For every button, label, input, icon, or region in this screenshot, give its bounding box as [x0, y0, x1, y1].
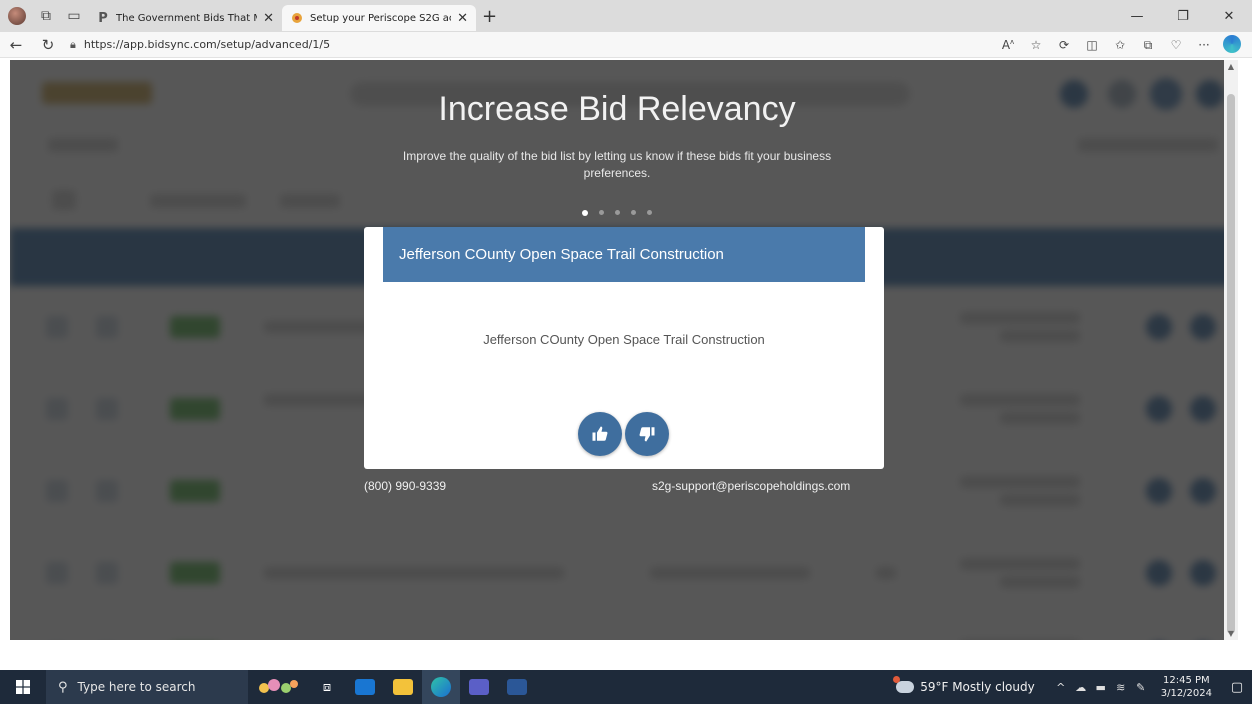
support-email[interactable]: s2g-support@periscopeholdings.com	[652, 479, 850, 493]
browser-tab-bar: ⧉ ▭ P The Government Bids That Matte ✕ S…	[0, 0, 1252, 32]
thumbs-up-button[interactable]	[578, 412, 622, 456]
tab-government-bids[interactable]: P The Government Bids That Matte ✕	[88, 5, 282, 31]
bid-card: Jefferson COunty Open Space Trail Constr…	[364, 227, 884, 469]
search-icon: ⚲	[58, 679, 68, 695]
pager-dot-4[interactable]	[631, 210, 636, 215]
scroll-up-icon[interactable]: ▲	[1224, 62, 1238, 71]
read-aloud-icon[interactable]: Aʌ	[994, 38, 1022, 52]
taskbar-search[interactable]: ⚲ Type here to search	[46, 670, 248, 704]
task-view-icon[interactable]: ⧈	[308, 670, 346, 704]
thumbs-up-icon	[592, 426, 608, 441]
chevron-up-icon[interactable]: ^	[1051, 681, 1071, 694]
system-tray: 59°F Mostly cloudy ^ ☁ ▬ ≋ ✎ 12:45 PM 3/…	[893, 670, 1252, 704]
refresh-icon[interactable]: ↻	[32, 36, 64, 54]
carousel-pager	[10, 210, 1224, 216]
scrollbar-thumb[interactable]	[1227, 94, 1235, 634]
weather-widget[interactable]: 59°F Mostly cloudy	[893, 676, 1035, 694]
cloud-icon	[893, 676, 915, 693]
close-tab-icon[interactable]: ✕	[457, 11, 468, 26]
tab-title: Setup your Periscope S2G accou	[310, 12, 451, 24]
restore-icon[interactable]: ❐	[1160, 0, 1206, 32]
more-menu-icon[interactable]: ···	[1190, 38, 1218, 52]
word-icon[interactable]	[498, 670, 536, 704]
outlook-icon[interactable]	[346, 670, 384, 704]
browser-essentials-icon[interactable]: ♡	[1162, 38, 1190, 52]
url-text: https://app.bidsync.com/setup/advanced/1…	[83, 38, 331, 51]
lock-icon[interactable]: 🔒︎	[70, 38, 76, 52]
copilot-icon[interactable]	[1218, 34, 1246, 56]
clock-date: 3/12/2024	[1160, 688, 1212, 699]
wifi-icon[interactable]: ≋	[1111, 681, 1131, 694]
teams-icon[interactable]	[460, 670, 498, 704]
tab-title: The Government Bids That Matte	[116, 12, 257, 24]
back-icon[interactable]: ←	[0, 36, 32, 54]
notifications-icon[interactable]: ▢	[1222, 680, 1252, 695]
url-field[interactable]: 🔒︎ https://app.bidsync.com/setup/advance…	[70, 38, 330, 52]
minimize-icon[interactable]: —	[1114, 0, 1160, 32]
vertical-scrollbar[interactable]: ▲ ▼	[1224, 60, 1238, 640]
weather-text: 59°F Mostly cloudy	[920, 680, 1035, 694]
bidsync-icon	[290, 11, 304, 25]
thumbs-down-icon	[639, 427, 655, 442]
page-viewport: Increase Bid Relevancy Improve the quali…	[10, 60, 1238, 640]
bid-card-header: Jefferson COunty Open Space Trail Constr…	[383, 227, 865, 282]
support-phone[interactable]: (800) 990-9339	[364, 479, 446, 493]
new-tab-icon[interactable]: +	[482, 6, 497, 27]
flowers-widget-icon[interactable]	[248, 670, 308, 704]
vertical-tabs-icon[interactable]: ▭	[60, 2, 88, 30]
profile-avatar[interactable]	[8, 7, 26, 25]
edge-icon[interactable]	[422, 670, 460, 704]
windows-taskbar: ⚲ Type here to search ⧈ 59°F Mostly clou…	[0, 670, 1252, 704]
start-button[interactable]	[0, 670, 46, 704]
clock-time: 12:45 PM	[1163, 675, 1210, 686]
collections-icon[interactable]: ⧉	[1134, 38, 1162, 53]
favorite-star-icon[interactable]: ☆	[1022, 38, 1050, 52]
onedrive-icon[interactable]: ☁	[1071, 681, 1091, 694]
scroll-down-icon[interactable]: ▼	[1224, 629, 1238, 638]
windows-logo-icon	[16, 680, 30, 694]
close-tab-icon[interactable]: ✕	[263, 11, 274, 26]
pager-dot-3[interactable]	[615, 210, 620, 215]
setup-subtitle: Improve the quality of the bid list by l…	[402, 149, 832, 180]
tab-setup-periscope[interactable]: Setup your Periscope S2G accou ✕	[282, 5, 476, 31]
address-bar: ← ↻ 🔒︎ https://app.bidsync.com/setup/adv…	[0, 32, 1252, 58]
extensions-icon[interactable]: ⟳	[1050, 38, 1078, 52]
pager-dot-2[interactable]	[599, 210, 604, 215]
pen-icon[interactable]: ✎	[1131, 681, 1151, 694]
pager-dot-5[interactable]	[647, 210, 652, 215]
battery-icon[interactable]: ▬	[1091, 681, 1111, 694]
clock[interactable]: 12:45 PM 3/12/2024	[1161, 674, 1212, 700]
taskbar-search-placeholder: Type here to search	[77, 680, 196, 694]
bid-card-body: Jefferson COunty Open Space Trail Constr…	[483, 332, 765, 347]
periscope-p-icon: P	[98, 10, 108, 26]
thumbs-down-button[interactable]	[625, 412, 669, 456]
setup-title: Increase Bid Relevancy	[438, 90, 796, 128]
file-explorer-icon[interactable]	[384, 670, 422, 704]
split-screen-icon[interactable]: ◫	[1078, 38, 1106, 52]
favorites-icon[interactable]: ✩	[1106, 38, 1134, 52]
workspaces-icon[interactable]: ⧉	[32, 2, 60, 30]
window-controls: — ❐ ✕	[1114, 0, 1252, 32]
close-window-icon[interactable]: ✕	[1206, 0, 1252, 32]
toolbar-icons: Aʌ ☆ ⟳ ◫ ✩ ⧉ ♡ ···	[994, 32, 1246, 58]
pager-dot-1[interactable]	[582, 210, 588, 216]
